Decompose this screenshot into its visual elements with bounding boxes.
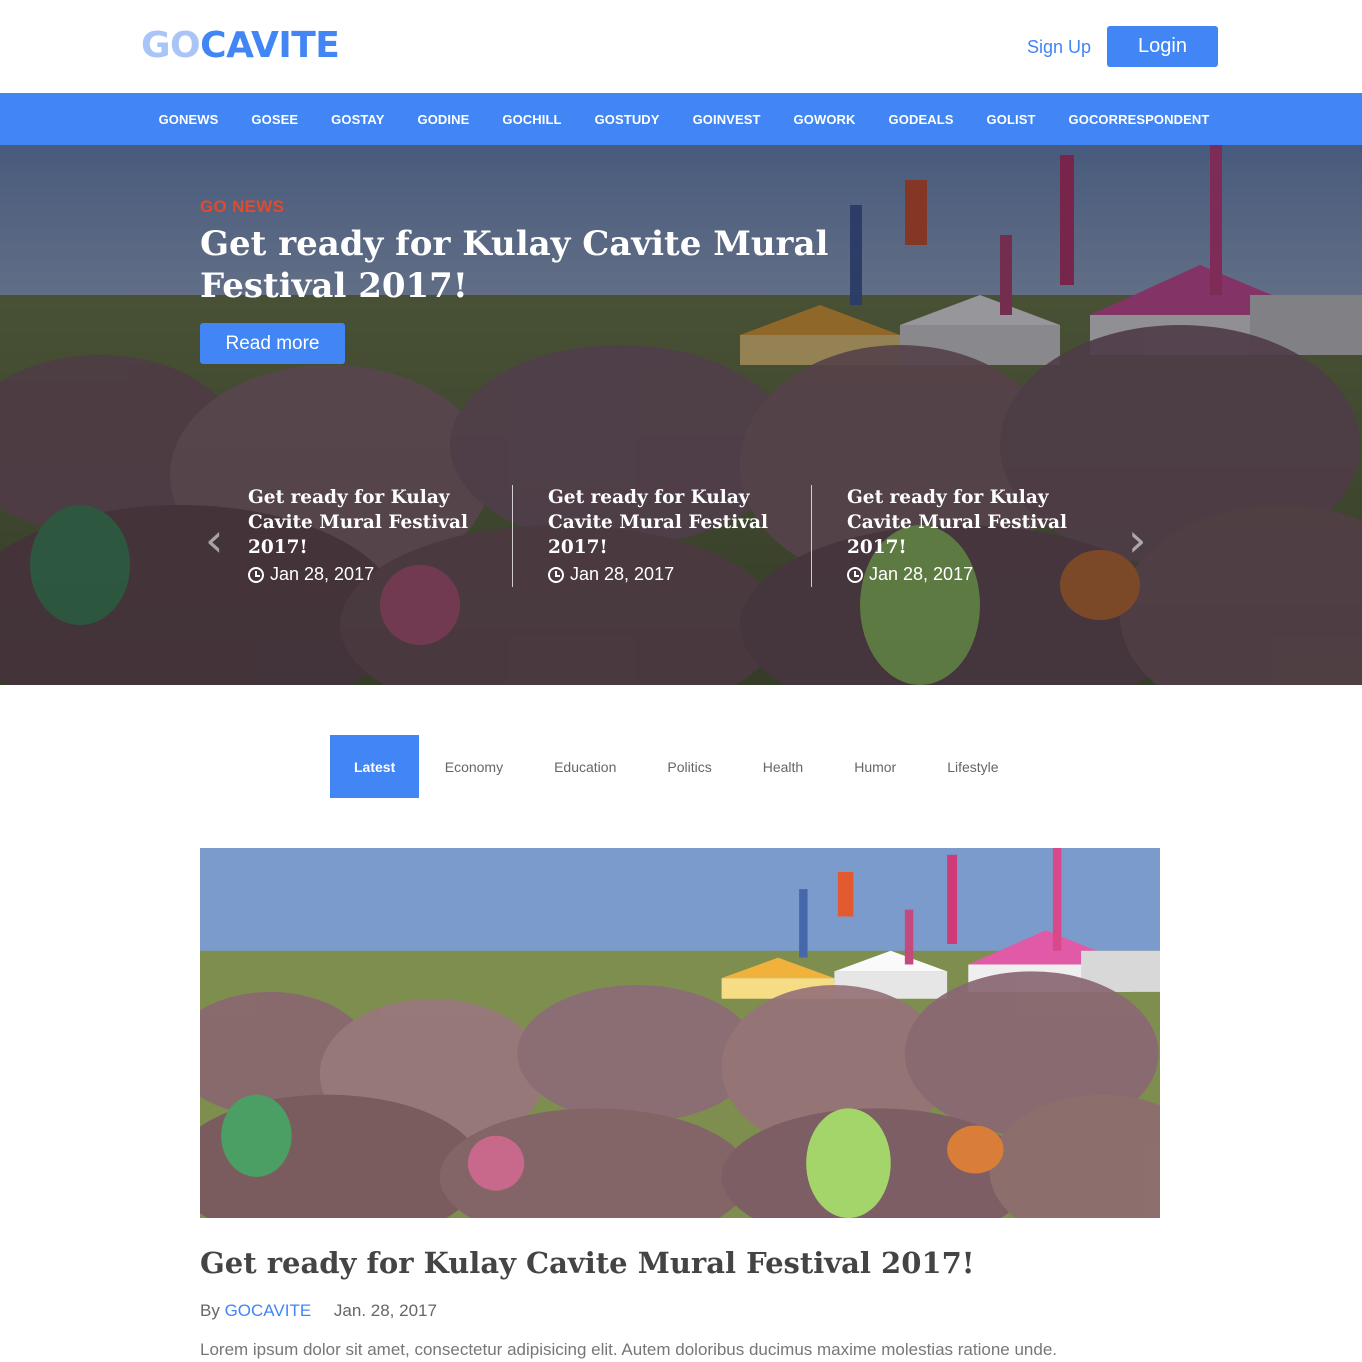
hero-title[interactable]: Get ready for Kulay Cavite Mural Festiva… bbox=[200, 223, 840, 307]
article-author-link[interactable]: GOCAVITE bbox=[225, 1301, 312, 1320]
hero-slide-date-text: Jan 28, 2017 bbox=[869, 564, 974, 584]
nav-item-gostudy[interactable]: GOSTUDY bbox=[578, 112, 676, 127]
nav-item-gowork[interactable]: GOWORK bbox=[777, 112, 872, 127]
clock-icon bbox=[548, 566, 564, 583]
site-logo[interactable]: GOCAVITE bbox=[141, 25, 340, 66]
category-tabs: Latest Economy Education Politics Health… bbox=[330, 735, 1024, 798]
nav-item-gonews[interactable]: GONEWS bbox=[142, 112, 235, 127]
festival-crowd-photo bbox=[200, 848, 1160, 1218]
chevron-left-icon[interactable]: ‹ bbox=[205, 517, 223, 563]
hero-slide-date: Jan 28, 2017 bbox=[548, 564, 788, 585]
article-date: Jan. 28, 2017 bbox=[333, 1301, 437, 1320]
nav-item-gostay[interactable]: GOSTAY bbox=[315, 112, 401, 127]
tab-politics[interactable]: Politics bbox=[642, 735, 737, 798]
tab-health[interactable]: Health bbox=[737, 735, 828, 798]
nav-item-gocorrespondent[interactable]: GOCORRESPONDENT bbox=[1052, 112, 1226, 127]
article-title[interactable]: Get ready for Kulay Cavite Mural Festiva… bbox=[200, 1244, 975, 1282]
article-image[interactable] bbox=[200, 848, 1160, 1218]
slide-divider bbox=[811, 485, 812, 587]
hero-slide[interactable]: Get ready for Kulay Cavite Mural Festiva… bbox=[847, 485, 1087, 585]
chevron-right-icon[interactable]: › bbox=[1128, 517, 1146, 563]
hero-category-label[interactable]: GO NEWS bbox=[200, 197, 284, 217]
article-byline: By GOCAVITE Jan. 28, 2017 bbox=[200, 1301, 437, 1321]
tab-economy[interactable]: Economy bbox=[419, 735, 528, 798]
logo-cavite-text: CAVITE bbox=[200, 25, 340, 66]
tab-humor[interactable]: Humor bbox=[829, 735, 922, 798]
read-more-button[interactable]: Read more bbox=[200, 323, 345, 364]
nav-item-gochill[interactable]: GOCHILL bbox=[486, 112, 578, 127]
main-nav: GONEWS GOSEE GOSTAY GODINE GOCHILL GOSTU… bbox=[0, 93, 1362, 145]
site-header: GOCAVITE Sign Up Login bbox=[0, 0, 1362, 93]
clock-icon bbox=[248, 566, 264, 583]
nav-item-godine[interactable]: GODINE bbox=[401, 112, 486, 127]
hero-banner: GO NEWS Get ready for Kulay Cavite Mural… bbox=[0, 145, 1362, 685]
slide-divider bbox=[512, 485, 513, 587]
tab-latest[interactable]: Latest bbox=[330, 735, 420, 798]
logo-go-text: GO bbox=[141, 25, 201, 66]
hero-slide[interactable]: Get ready for Kulay Cavite Mural Festiva… bbox=[548, 485, 788, 585]
hero-slide-date: Jan 28, 2017 bbox=[248, 564, 488, 585]
nav-item-golist[interactable]: GOLIST bbox=[970, 112, 1052, 127]
login-button[interactable]: Login bbox=[1107, 26, 1218, 67]
tab-lifestyle[interactable]: Lifestyle bbox=[922, 735, 1024, 798]
tab-education[interactable]: Education bbox=[529, 735, 642, 798]
nav-item-godeals[interactable]: GODEALS bbox=[872, 112, 970, 127]
hero-slide-date-text: Jan 28, 2017 bbox=[570, 564, 675, 584]
hero-slide-date-text: Jan 28, 2017 bbox=[270, 564, 375, 584]
byline-prefix: By bbox=[200, 1301, 220, 1320]
clock-icon bbox=[847, 566, 863, 583]
article-excerpt: Lorem ipsum dolor sit amet, consectetur … bbox=[200, 1340, 1058, 1359]
hero-slide[interactable]: Get ready for Kulay Cavite Mural Festiva… bbox=[248, 485, 488, 585]
hero-slide-title: Get ready for Kulay Cavite Mural Festiva… bbox=[248, 487, 469, 558]
hero-slide-title: Get ready for Kulay Cavite Mural Festiva… bbox=[847, 487, 1068, 558]
signup-link[interactable]: Sign Up bbox=[1027, 37, 1091, 58]
nav-item-gosee[interactable]: GOSEE bbox=[235, 112, 315, 127]
nav-item-goinvest[interactable]: GOINVEST bbox=[676, 112, 777, 127]
hero-slide-date: Jan 28, 2017 bbox=[847, 564, 1087, 585]
hero-slide-title: Get ready for Kulay Cavite Mural Festiva… bbox=[548, 487, 769, 558]
